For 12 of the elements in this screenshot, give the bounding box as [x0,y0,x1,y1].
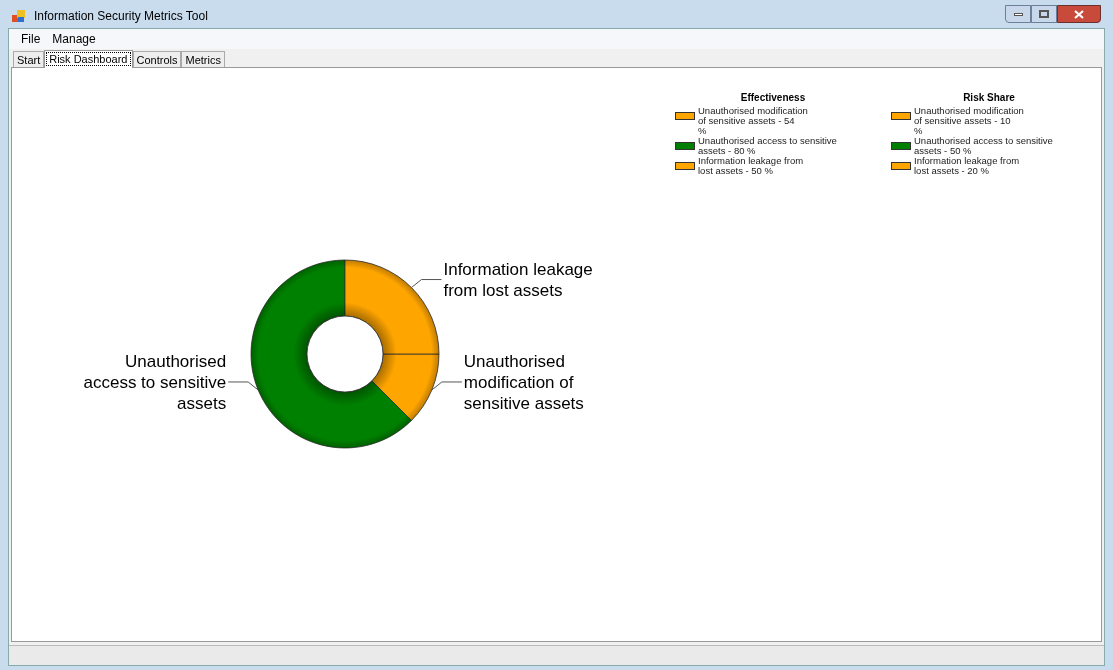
legend-label: Information leakage from lost assets - 50 % [698,156,804,176]
legend-title: Effectiveness [739,91,807,105]
legend-label: Unauthorised modification of sensitive assets - 10 % [914,106,1024,136]
slice-label: Unauthorised access to sensitive assets [82,350,227,414]
window-title: Information Security Metrics Tool [34,8,208,25]
legend-label: Unauthorised modification of sensitive assets - 54 % [698,106,808,136]
slice-label: Unauthorised modification of sensitive assets [463,350,585,414]
legend-title: Risk Share [962,91,1016,105]
slice-label: Information leakage from lost assets [443,258,594,301]
legend-label: Unauthorised access to sensitive assets - 80 % [698,136,837,156]
legend-label: Unauthorised access to sensitive assets - 50 % [914,136,1053,156]
legend-label: Information leakage from lost assets - 20 % [914,156,1020,176]
